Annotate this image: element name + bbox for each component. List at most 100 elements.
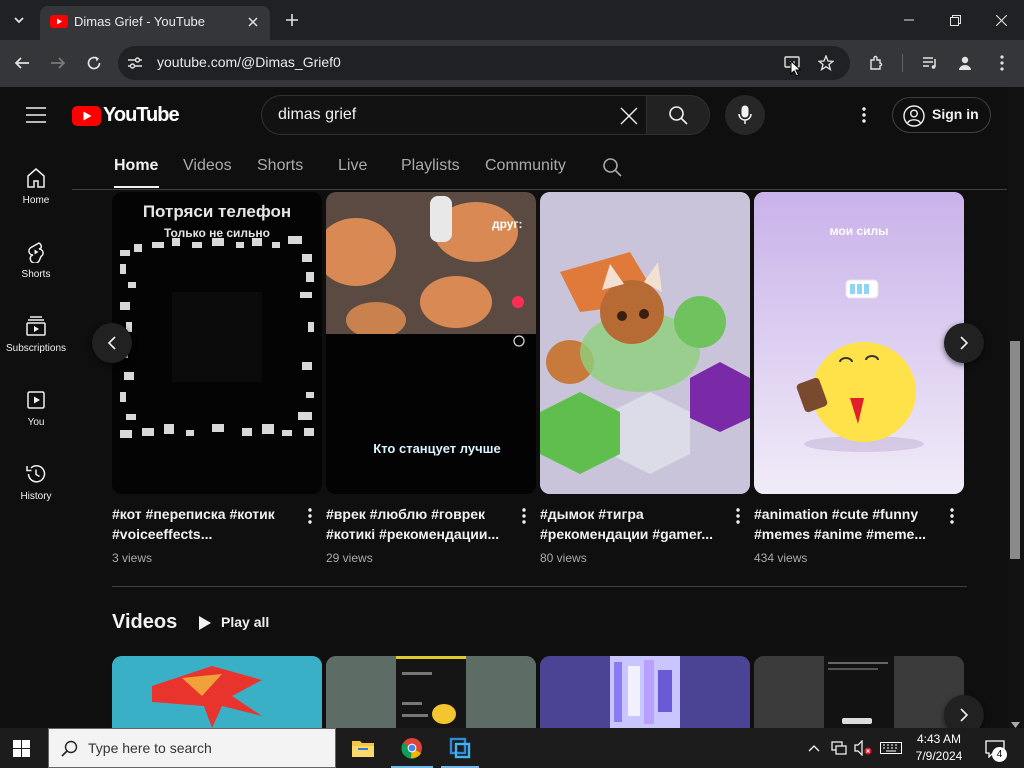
short-title[interactable]: #врек #люблю #говрек #котикі #рекомендаци… bbox=[326, 504, 506, 544]
video-thumbnail-image bbox=[754, 656, 964, 728]
scrollbar-thumb[interactable] bbox=[1010, 341, 1020, 559]
reload-icon[interactable] bbox=[84, 53, 104, 73]
tray-overflow-chevron-icon[interactable] bbox=[806, 740, 822, 756]
chrome-icon[interactable] bbox=[399, 734, 425, 762]
history-icon bbox=[26, 465, 46, 483]
profile-icon[interactable] bbox=[955, 53, 975, 73]
forward-icon[interactable] bbox=[48, 53, 68, 73]
virtualbox-icon[interactable] bbox=[447, 734, 473, 762]
short-title[interactable]: #дымок #тигра #рекомендации #gamer... bbox=[540, 504, 720, 544]
restore-icon[interactable] bbox=[944, 10, 966, 30]
youtube-logo[interactable]: YouTube bbox=[72, 104, 180, 128]
keyboard-icon[interactable] bbox=[878, 740, 904, 756]
network-icon[interactable] bbox=[830, 740, 848, 756]
search-input[interactable]: dimas grief bbox=[261, 95, 647, 135]
hamburger-menu-icon[interactable] bbox=[24, 103, 48, 127]
extensions-icon[interactable] bbox=[866, 53, 886, 73]
short-more-icon[interactable] bbox=[302, 506, 318, 526]
sign-in-button[interactable]: Sign in bbox=[892, 97, 991, 133]
taskbar-search-input[interactable]: Type here to search bbox=[48, 728, 336, 768]
sidebar-item-label: Subscriptions bbox=[5, 343, 67, 354]
short-more-icon[interactable] bbox=[944, 506, 960, 526]
sidebar-item-history[interactable]: History bbox=[0, 457, 72, 531]
taskbar-time[interactable]: 4:43 AM bbox=[910, 732, 968, 746]
videos-section-title[interactable]: Videos bbox=[112, 611, 177, 634]
shelf-prev-button[interactable] bbox=[92, 323, 132, 363]
tab-videos[interactable]: Videos bbox=[183, 157, 232, 175]
video-thumbnail[interactable] bbox=[326, 656, 536, 728]
volume-muted-icon[interactable] bbox=[853, 739, 873, 757]
taskbar-search-icon bbox=[61, 740, 78, 757]
toolbar-divider bbox=[902, 54, 903, 72]
short-more-icon[interactable] bbox=[516, 506, 532, 526]
search-button[interactable] bbox=[646, 95, 710, 135]
scroll-down-icon[interactable] bbox=[1011, 715, 1020, 728]
short-title-line: #кот #переписка #котик bbox=[112, 506, 275, 522]
clear-search-icon[interactable] bbox=[618, 105, 640, 127]
window-close-icon[interactable] bbox=[990, 10, 1012, 30]
file-explorer-icon[interactable] bbox=[350, 734, 376, 762]
windows-start-icon[interactable] bbox=[10, 738, 32, 758]
tab-close-icon[interactable] bbox=[244, 13, 262, 31]
channel-search-icon[interactable] bbox=[601, 156, 623, 178]
short-title-line: #рекомендации #gamer... bbox=[540, 526, 713, 542]
tab-home[interactable]: Home bbox=[114, 157, 158, 175]
short-title-line: #врек #люблю #говрек bbox=[326, 506, 486, 522]
tab-live[interactable]: Live bbox=[338, 157, 367, 175]
short-views: 434 views bbox=[754, 551, 808, 565]
short-thumbnail[interactable] bbox=[540, 192, 750, 494]
short-title-line: #animation #cute #funny bbox=[754, 506, 919, 522]
youtube-page: YouTube dimas grief Sign in Home Shorts … bbox=[0, 87, 1024, 728]
voice-search-button[interactable] bbox=[725, 95, 765, 135]
videos-next-button[interactable] bbox=[944, 695, 984, 728]
video-thumbnail[interactable] bbox=[754, 656, 964, 728]
tab-search-dropdown-icon[interactable] bbox=[8, 10, 30, 30]
short-overlay-text: мои силы bbox=[829, 224, 889, 238]
tab-community[interactable]: Community bbox=[485, 157, 566, 175]
short-thumbnail[interactable]: друг: Кто станцует лучше bbox=[326, 192, 536, 494]
play-icon bbox=[199, 616, 211, 630]
youtube-logo-icon bbox=[72, 106, 101, 126]
short-thumbnail[interactable]: Потряси телефон Только не сильно bbox=[112, 192, 322, 494]
video-thumbnail[interactable] bbox=[540, 656, 750, 728]
windows-taskbar: Type here to search 4:43 AM 7/9/2024 4 bbox=[0, 728, 1024, 768]
tab-playlists[interactable]: Playlists bbox=[401, 157, 460, 175]
sidebar-item-home[interactable]: Home bbox=[0, 161, 72, 235]
shelf-next-button[interactable] bbox=[944, 323, 984, 363]
browser-menu-icon[interactable] bbox=[992, 53, 1012, 73]
section-divider bbox=[112, 586, 967, 587]
video-thumbnail[interactable] bbox=[112, 656, 322, 728]
browser-tab-active[interactable]: Dimas Grief - YouTube bbox=[40, 6, 270, 40]
tabs-divider bbox=[72, 189, 1007, 190]
site-info-icon[interactable] bbox=[126, 54, 144, 72]
media-controls-icon[interactable] bbox=[920, 53, 940, 73]
short-title[interactable]: #animation #cute #funny #memes #anime #me… bbox=[754, 504, 934, 544]
video-thumbnail-image bbox=[326, 656, 536, 728]
page-scrollbar[interactable] bbox=[1008, 87, 1024, 728]
short-views: 80 views bbox=[540, 551, 587, 565]
youtube-favicon-icon bbox=[50, 15, 68, 28]
sidebar-item-shorts[interactable]: Shorts bbox=[0, 235, 72, 309]
address-bar[interactable]: youtube.com/@Dimas_Grief0 bbox=[118, 46, 850, 80]
sidebar-item-subscriptions[interactable]: Subscriptions bbox=[0, 309, 72, 383]
new-tab-icon[interactable] bbox=[282, 10, 302, 30]
bookmark-star-icon[interactable] bbox=[816, 54, 836, 72]
short-thumbnail[interactable]: мои силы bbox=[754, 192, 964, 494]
short-title-line: #voiceeffects... bbox=[112, 526, 213, 542]
back-icon[interactable] bbox=[12, 53, 32, 73]
tab-shorts[interactable]: Shorts bbox=[257, 157, 303, 175]
play-all-button[interactable]: Play all bbox=[196, 612, 276, 634]
short-title-line: #котикі #рекомендации... bbox=[326, 526, 500, 542]
short-title[interactable]: #кот #переписка #котик #voiceeffects... bbox=[112, 504, 292, 544]
short-more-icon[interactable] bbox=[730, 506, 746, 526]
taskbar-date[interactable]: 7/9/2024 bbox=[910, 749, 968, 763]
settings-more-icon[interactable] bbox=[854, 105, 874, 125]
sidebar-item-you[interactable]: You bbox=[0, 383, 72, 457]
short-overlay-text: Потряси телефон bbox=[142, 202, 292, 221]
taskbar-search-placeholder: Type here to search bbox=[88, 740, 212, 756]
microphone-icon bbox=[738, 105, 752, 124]
shorts-icon bbox=[28, 242, 44, 263]
browser-tab-bar: Dimas Grief - YouTube bbox=[0, 0, 1024, 40]
chevron-right-icon bbox=[960, 708, 969, 722]
minimize-icon[interactable] bbox=[898, 10, 920, 30]
